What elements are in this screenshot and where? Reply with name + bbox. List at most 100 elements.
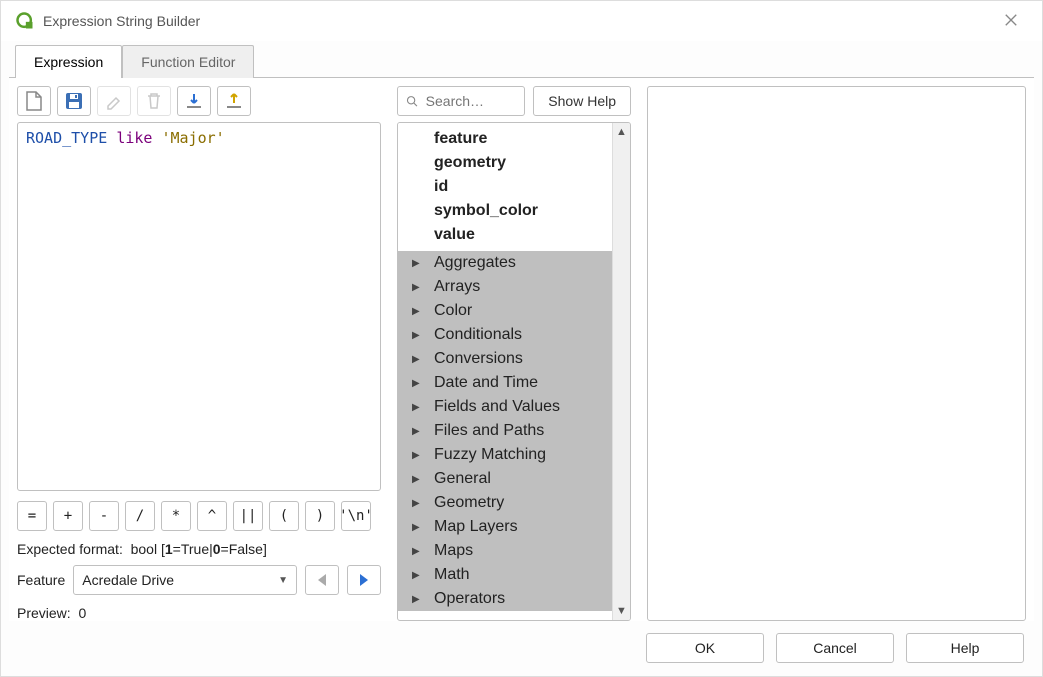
expression-string-builder-dialog: Expression String Builder Expression Fun… [0,0,1043,677]
close-icon [1004,13,1018,27]
triangle-left-icon [316,573,328,587]
tree-category-label: Fuzzy Matching [434,446,546,464]
tree-scrollbar[interactable]: ▲ ▼ [612,123,630,620]
feature-row: Feature Acredale Drive ▼ [17,565,381,595]
chevron-right-icon: ▶ [412,258,424,269]
import-expression-button[interactable] [177,86,211,116]
tree-category-label: Math [434,566,470,584]
search-row: Show Help [397,86,631,116]
tree-category-label: Operators [434,590,505,608]
pencil-icon [105,92,123,110]
edit-expression-button [97,86,131,116]
delete-expression-button [137,86,171,116]
tree-category-label: Files and Paths [434,422,544,440]
tree-category-label: General [434,470,491,488]
preview-label: Preview: [17,605,71,621]
save-expression-button[interactable] [57,86,91,116]
tree-category[interactable]: ▶Date and Time [398,371,612,395]
tree-category[interactable]: ▶Geometry [398,491,612,515]
operator-button[interactable]: ( [269,501,299,531]
tree-category[interactable]: ▶ Operators [398,587,612,611]
operator-button[interactable]: * [161,501,191,531]
chevron-right-icon: ▶ [412,594,424,605]
expression-toolbar [17,86,381,116]
operator-button[interactable]: - [89,501,119,531]
chevron-right-icon: ▶ [412,330,424,341]
tree-leaf[interactable]: geometry [398,151,612,175]
feature-label: Feature [17,572,65,588]
scroll-up-icon[interactable]: ▲ [613,123,630,141]
tree-category[interactable]: ▶Fields and Values [398,395,612,419]
chevron-right-icon: ▶ [412,282,424,293]
search-icon [406,94,418,108]
tree-leaf[interactable]: value [398,223,612,247]
cancel-button[interactable]: Cancel [776,633,894,663]
operator-button[interactable]: = [17,501,47,531]
close-button[interactable] [994,5,1028,38]
tree-category[interactable]: ▶Maps [398,539,612,563]
tab-bar: Expression Function Editor [9,45,1034,78]
show-help-button[interactable]: Show Help [533,86,631,116]
chevron-right-icon: ▶ [412,354,424,365]
tree-category[interactable]: ▶Files and Paths [398,419,612,443]
chevron-right-icon: ▶ [412,498,424,509]
export-icon [225,92,243,110]
search-input[interactable] [424,92,517,110]
tree-category[interactable]: ▶General [398,467,612,491]
feature-dropdown[interactable]: Acredale Drive ▼ [73,565,297,595]
help-panel [647,86,1026,621]
operator-button[interactable]: ) [305,501,335,531]
window-title: Expression String Builder [43,13,200,29]
tree-category-label: Conversions [434,350,523,368]
scroll-down-icon[interactable]: ▼ [613,602,630,620]
search-box[interactable] [397,86,525,116]
trash-icon [146,92,162,110]
expression-editor[interactable]: ROAD_TYPE like 'Major' [17,122,381,491]
dialog-footer: OK Cancel Help [1,630,1042,676]
dialog-body: Expression Function Editor [1,41,1042,630]
tree-category-label: Color [434,302,472,320]
operator-button[interactable]: || [233,501,263,531]
expression-pane: ROAD_TYPE like 'Major' =+-/*^||()'\n' Ex… [9,86,389,621]
tree-category-label: Aggregates [434,254,516,272]
ok-button[interactable]: OK [646,633,764,663]
tree-category-label: Date and Time [434,374,538,392]
function-tree[interactable]: featuregeometryidsymbol_colorvalue ▶ Aggr… [397,122,631,621]
chevron-right-icon: ▶ [412,570,424,581]
preview-row: Preview: 0 [17,605,381,621]
tree-leaf[interactable]: symbol_color [398,199,612,223]
function-tree-categories: ▶Aggregates▶Arrays▶Color▶Conditionals▶Co… [398,251,612,611]
preview-value: 0 [78,605,86,621]
tree-category[interactable]: ▶ Aggregates [398,251,612,275]
file-new-icon [25,91,43,111]
tree-category-label: Map Layers [434,518,518,536]
tree-category[interactable]: ▶Map Layers [398,515,612,539]
function-tree-pane: Show Help featuregeometryidsymbol_colorv… [389,86,639,621]
expected-format-label: Expected format: bool [1=True|0=False] [17,541,381,557]
tree-category[interactable]: ▶ Conversions [398,347,612,371]
tree-category[interactable]: ▶Arrays [398,275,612,299]
operator-button[interactable]: '\n' [341,501,371,531]
tree-category-label: Conditionals [434,326,522,344]
export-expression-button[interactable] [217,86,251,116]
feature-dropdown-value: Acredale Drive [82,572,174,588]
operator-button[interactable]: + [53,501,83,531]
help-button[interactable]: Help [906,633,1024,663]
chevron-right-icon: ▶ [412,546,424,557]
operator-button[interactable]: / [125,501,155,531]
tree-category[interactable]: ▶ Math [398,563,612,587]
tree-leaf[interactable]: feature [398,127,612,151]
tab-content: ROAD_TYPE like 'Major' =+-/*^||()'\n' Ex… [9,78,1034,621]
tree-category-label: Fields and Values [434,398,560,416]
tab-expression[interactable]: Expression [15,45,122,78]
tree-category[interactable]: ▶Color [398,299,612,323]
prev-feature-button[interactable] [305,565,339,595]
tab-function-editor[interactable]: Function Editor [122,45,254,78]
tree-category[interactable]: ▶Fuzzy Matching [398,443,612,467]
tree-category[interactable]: ▶ Conditionals [398,323,612,347]
tree-leaf[interactable]: id [398,175,612,199]
operator-button[interactable]: ^ [197,501,227,531]
new-expression-button[interactable] [17,86,51,116]
triangle-right-icon [358,573,370,587]
next-feature-button[interactable] [347,565,381,595]
